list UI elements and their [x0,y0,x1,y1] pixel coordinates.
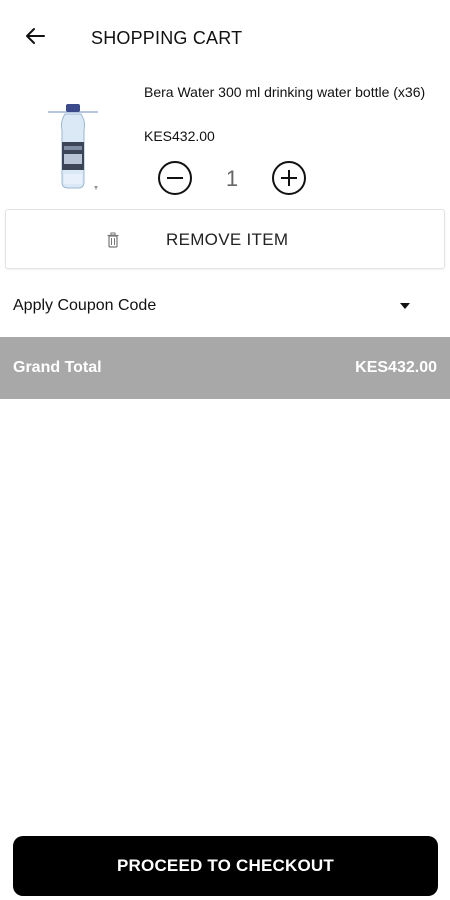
caret-down-icon [400,303,410,309]
back-button[interactable] [20,20,52,52]
grand-total-bar: Grand Total KES432.00 [0,337,450,399]
quantity-value: 1 [225,166,239,191]
cart-item: Bera Water 300 ml drinking water bottle … [0,72,450,204]
coupon-label: Apply Coupon Code [13,297,157,314]
trash-icon [107,232,119,248]
coupon-dropdown[interactable]: Apply Coupon Code [0,283,450,331]
decrease-quantity-button[interactable] [157,160,193,196]
water-bottle-image [48,104,98,190]
grand-total-label: Grand Total [13,359,102,376]
arrow-left-icon [26,28,45,44]
grand-total-value: KES432.00 [355,359,437,376]
product-image[interactable] [40,100,110,200]
plus-circle-icon [272,161,306,195]
product-price: KES432.00 [144,128,215,144]
proceed-to-checkout-button[interactable]: PROCEED TO CHECKOUT [13,836,438,896]
app-header: SHOPPING CART [0,0,450,72]
minus-circle-icon [158,161,192,195]
page-title: SHOPPING CART [91,28,243,48]
product-name[interactable]: Bera Water 300 ml drinking water bottle … [144,84,434,101]
shopping-cart-screen: SHOPPING CART Bera Water 300 ml drinking… [0,0,450,900]
increase-quantity-button[interactable] [271,160,307,196]
remove-item-button[interactable]: REMOVE ITEM [5,209,445,269]
remove-item-label: REMOVE ITEM [166,230,289,249]
